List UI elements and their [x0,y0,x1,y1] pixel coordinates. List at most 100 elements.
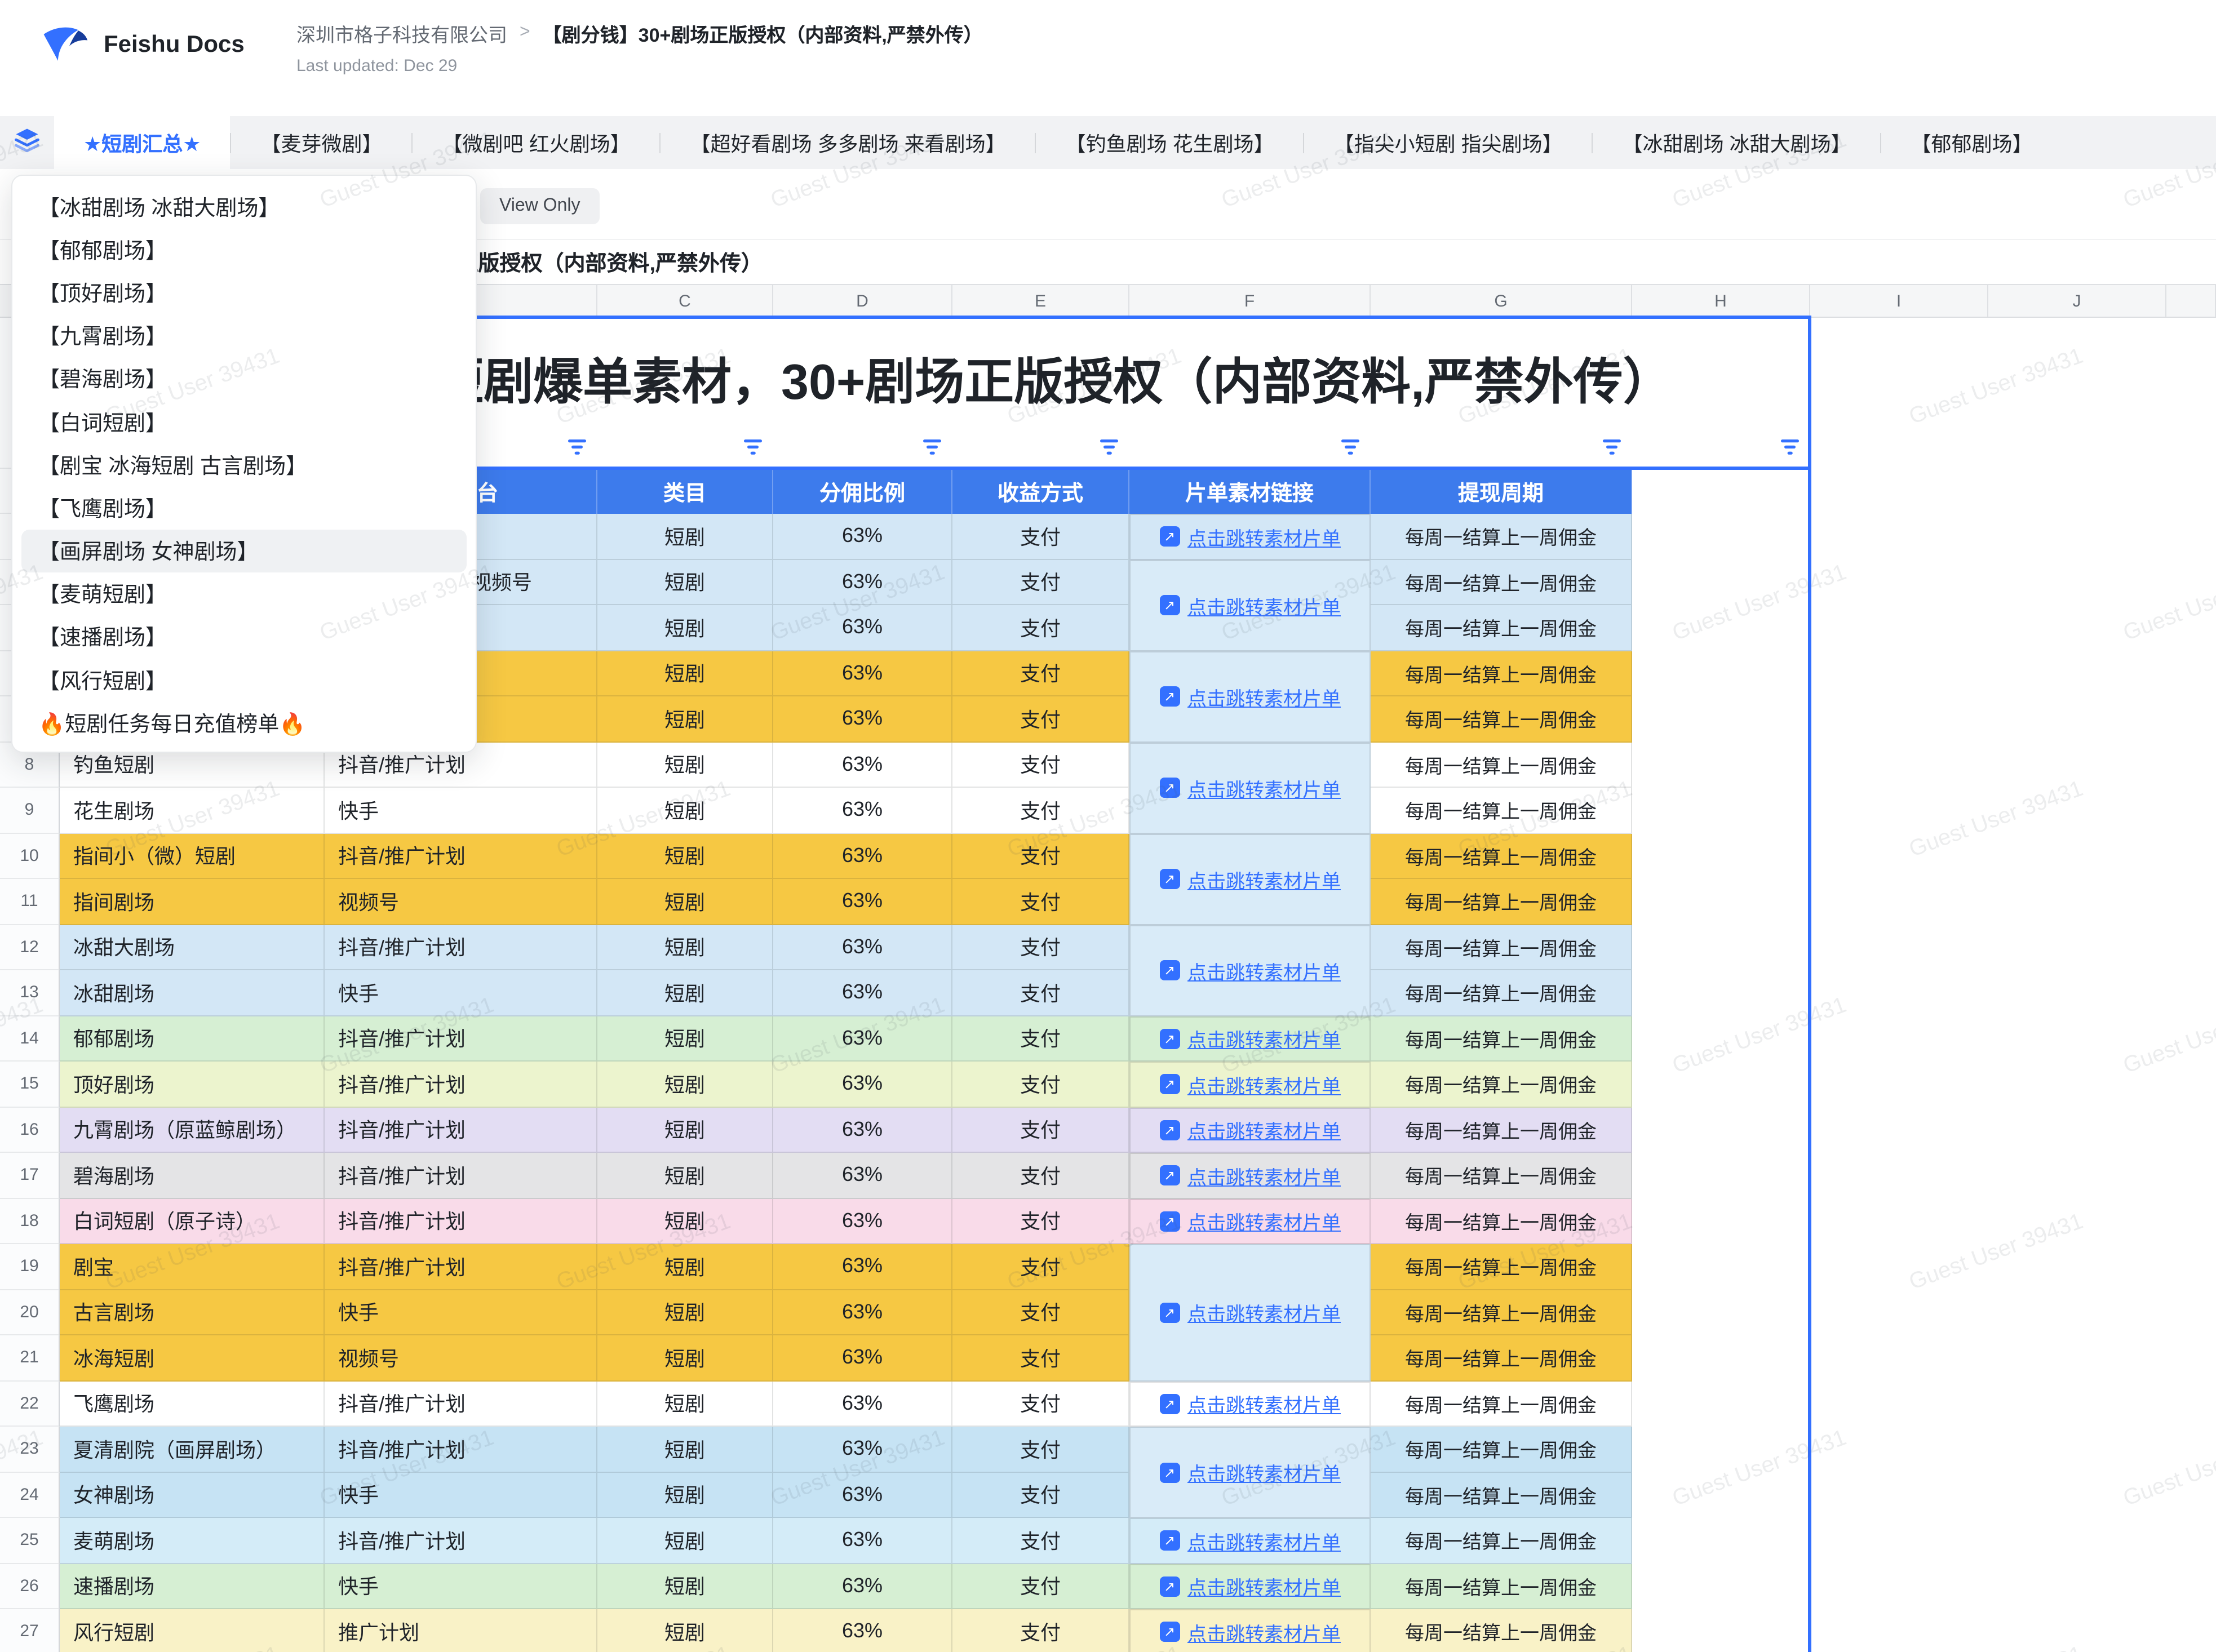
cell-commission-ratio[interactable]: 63% [773,1381,952,1427]
cell-category[interactable]: 短剧 [597,1198,773,1244]
cell-platform[interactable]: 快手 [325,1564,597,1609]
cell-payout-period[interactable]: 每周一结算上一周佣金 [1371,833,1632,879]
cell-income-type[interactable]: 支付 [952,1335,1129,1381]
material-link[interactable]: ↗点击跳转素材片单 [1159,774,1341,802]
cell-theater-name[interactable]: 剧宝 [60,1244,325,1290]
cell-theater-name[interactable]: 冰海短剧 [60,1335,325,1381]
cell-category[interactable]: 短剧 [597,605,773,651]
cell-income-type[interactable]: 支付 [952,1153,1129,1198]
cell-category[interactable]: 短剧 [597,1335,773,1381]
sheet-tab[interactable]: 【微剧吧 红火剧场】 [413,116,660,169]
cell-payout-period[interactable]: 每周一结算上一周佣金 [1371,1244,1632,1290]
material-link[interactable]: ↗点击跳转素材片单 [1159,682,1341,710]
dropdown-item[interactable]: 🔥短剧任务每日充值榜单🔥 [21,701,467,744]
row-number[interactable]: 19 [0,1244,60,1290]
cell-commission-ratio[interactable]: 63% [773,1427,952,1472]
cell-payout-period[interactable]: 每周一结算上一周佣金 [1371,1609,1632,1652]
material-link[interactable]: ↗点击跳转素材片单 [1159,1162,1341,1190]
cell-income-type[interactable]: 支付 [952,696,1129,742]
cell-income-type[interactable]: 支付 [952,1564,1129,1609]
cell-theater-name[interactable]: 碧海剧场 [60,1153,325,1198]
cell-income-type[interactable]: 支付 [952,788,1129,833]
cell-category[interactable]: 短剧 [597,833,773,879]
cell-payout-period[interactable]: 每周一结算上一周佣金 [1371,1518,1632,1564]
filter-icon[interactable] [921,437,943,458]
cell-theater-name[interactable]: 白词短剧（原子诗） [60,1198,325,1244]
material-link[interactable]: ↗点击跳转素材片单 [1159,523,1341,551]
cell-commission-ratio[interactable]: 63% [773,1244,952,1290]
dropdown-item[interactable]: 【速播剧场】 [21,615,467,658]
row-number[interactable]: 24 [0,1472,60,1518]
sheet-tab[interactable]: 【麦芽微剧】 [232,116,412,169]
cell-payout-period[interactable]: 每周一结算上一周佣金 [1371,514,1632,559]
cell-income-type[interactable]: 支付 [952,1107,1129,1153]
row-number[interactable]: 10 [0,833,60,879]
sheet-tab[interactable]: 【钓鱼剧场 花生剧场】 [1036,116,1304,169]
row-number[interactable]: 13 [0,970,60,1016]
cell-commission-ratio[interactable]: 63% [773,1016,952,1062]
cell-theater-name[interactable]: 指间剧场 [60,879,325,925]
cell-income-type[interactable]: 支付 [952,1472,1129,1518]
material-link[interactable]: ↗点击跳转素材片单 [1159,956,1341,984]
cell-commission-ratio[interactable]: 63% [773,514,952,559]
cell-theater-name[interactable]: 冰甜剧场 [60,970,325,1016]
cell-commission-ratio[interactable]: 63% [773,1335,952,1381]
cell-income-type[interactable]: 支付 [952,1427,1129,1472]
cell-platform[interactable]: 抖音/推广计划 [325,1198,597,1244]
row-number[interactable]: 20 [0,1290,60,1335]
cell-platform[interactable]: 快手 [325,970,597,1016]
column-header-D[interactable]: D [773,285,952,317]
dropdown-item[interactable]: 【白词短剧】 [21,400,467,443]
cell-income-type[interactable]: 支付 [952,1609,1129,1652]
cell-income-type[interactable]: 支付 [952,514,1129,559]
cell-theater-name[interactable]: 指间小（微）短剧 [60,833,325,879]
breadcrumb-org[interactable]: 深圳市格子科技有限公司 [296,19,507,47]
cell-category[interactable]: 短剧 [597,970,773,1016]
cell-platform[interactable]: 快手 [325,788,597,833]
sheet-tab[interactable]: ★短剧汇总★ [54,116,231,169]
material-link[interactable]: ↗点击跳转素材片单 [1159,1025,1341,1053]
row-number[interactable]: 9 [0,788,60,833]
material-link[interactable]: ↗点击跳转素材片单 [1159,591,1341,619]
cell-commission-ratio[interactable]: 63% [773,788,952,833]
cell-platform[interactable]: 视频号 [325,1335,597,1381]
cell-commission-ratio[interactable]: 63% [773,742,952,788]
cell-category[interactable]: 短剧 [597,1290,773,1335]
cell-category[interactable]: 短剧 [597,1518,773,1564]
cell-theater-name[interactable]: 速播剧场 [60,1564,325,1609]
cell-category[interactable]: 短剧 [597,514,773,559]
dropdown-item[interactable]: 【顶好剧场】 [21,271,467,314]
cell-theater-name[interactable]: 女神剧场 [60,1472,325,1518]
cell-category[interactable]: 短剧 [597,1472,773,1518]
cell-category[interactable]: 短剧 [597,925,773,970]
dropdown-item[interactable]: 【九霄剧场】 [21,314,467,357]
cell-theater-name[interactable]: 风行短剧 [60,1609,325,1652]
column-header-J[interactable]: J [1988,285,2166,317]
cell-commission-ratio[interactable]: 63% [773,925,952,970]
sheet-tab[interactable]: 【冰甜剧场 冰甜大剧场】 [1593,116,1881,169]
column-header-H[interactable]: H [1632,285,1810,317]
cell-payout-period[interactable]: 每周一结算上一周佣金 [1371,879,1632,925]
cell-commission-ratio[interactable]: 63% [773,879,952,925]
material-link[interactable]: ↗点击跳转素材片单 [1159,1458,1341,1486]
column-header-C[interactable]: C [597,285,773,317]
cell-commission-ratio[interactable]: 63% [773,1107,952,1153]
cell-commission-ratio[interactable]: 63% [773,1564,952,1609]
cell-commission-ratio[interactable]: 63% [773,1472,952,1518]
cell-commission-ratio[interactable]: 63% [773,696,952,742]
cell-theater-name[interactable]: 冰甜大剧场 [60,925,325,970]
cell-platform[interactable]: 抖音/推广计划 [325,1518,597,1564]
cell-platform[interactable]: 快手 [325,1472,597,1518]
cell-income-type[interactable]: 支付 [952,742,1129,788]
material-link[interactable]: ↗点击跳转素材片单 [1159,1390,1341,1418]
cell-commission-ratio[interactable]: 63% [773,970,952,1016]
cell-income-type[interactable]: 支付 [952,925,1129,970]
cell-payout-period[interactable]: 每周一结算上一周佣金 [1371,1062,1632,1107]
cell-payout-period[interactable]: 每周一结算上一周佣金 [1371,651,1632,696]
cell-theater-name[interactable]: 麦萌剧场 [60,1518,325,1564]
cell-payout-period[interactable]: 每周一结算上一周佣金 [1371,1472,1632,1518]
filter-icon[interactable] [742,437,764,458]
material-link[interactable]: ↗点击跳转素材片单 [1159,1527,1341,1555]
cell-category[interactable]: 短剧 [597,1244,773,1290]
cell-theater-name[interactable]: 飞鹰剧场 [60,1381,325,1427]
